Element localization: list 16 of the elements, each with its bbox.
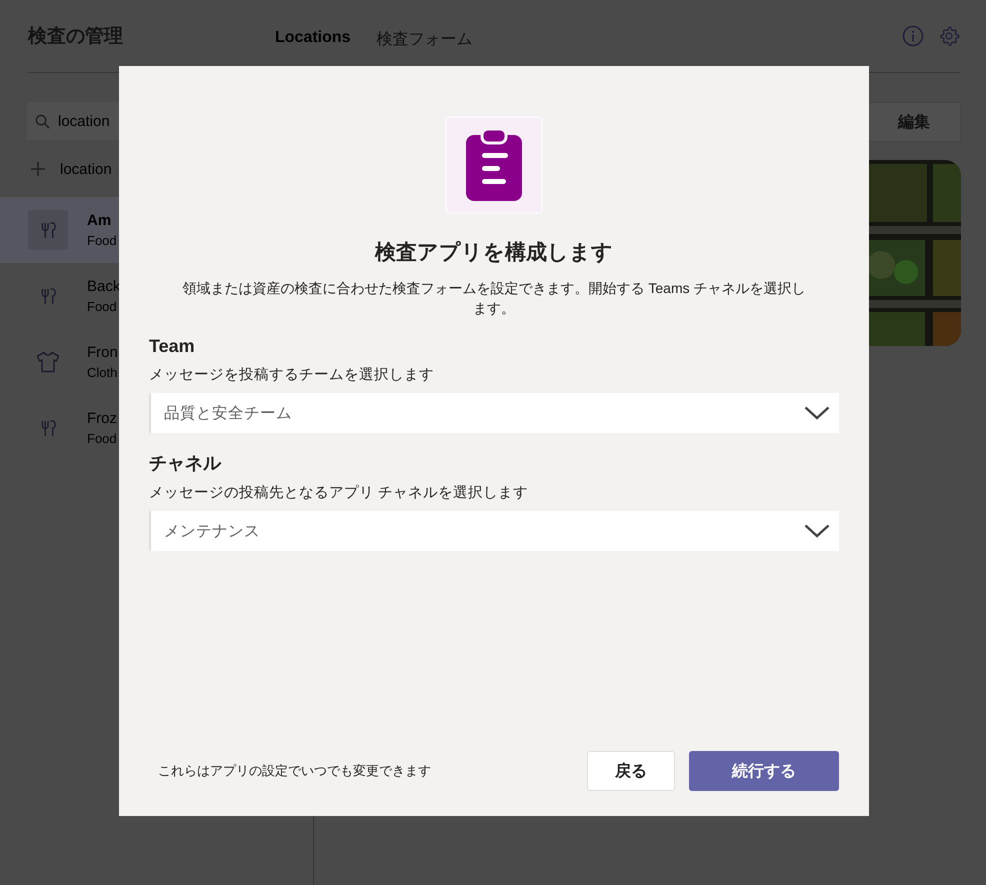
location-category: Food xyxy=(87,299,118,314)
location-name: Fron xyxy=(87,344,118,361)
location-name: Am xyxy=(87,212,112,229)
search-value: location xyxy=(58,112,110,130)
field-hint: メッセージを投稿するチームを選択します xyxy=(149,366,435,384)
field-label: チャネル xyxy=(149,452,222,475)
field-hint: メッセージの投稿先となるアプリ チャネルを選択します xyxy=(149,484,530,502)
dialog-title: 検査アプリを構成します xyxy=(374,240,614,266)
location-name: Back xyxy=(87,278,120,295)
field-label: Team xyxy=(149,336,196,357)
footer-note: これらはアプリの設定でいつでも変更できます xyxy=(158,762,431,780)
location-category: Cloth xyxy=(87,365,118,380)
dialog-description: 領域または資産の検査に合わせた検査フォームを設定できます。開始する Teams チャネルを選択します。 xyxy=(181,279,806,318)
location-category: Food xyxy=(87,431,117,446)
location-name: Froz xyxy=(87,410,117,427)
location-category: Food xyxy=(87,233,117,248)
